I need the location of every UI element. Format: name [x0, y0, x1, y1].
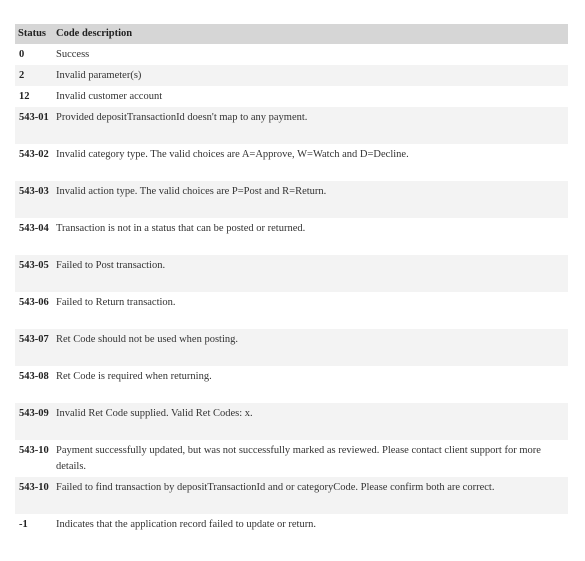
table-row: 543-03 Invalid action type. The valid ch…: [15, 181, 568, 218]
table-row: 543-06 Failed to Return transaction.: [15, 292, 568, 329]
code-description: Provided depositTransactionId doesn't ma…: [56, 112, 308, 123]
status-code: 543-03: [19, 186, 49, 197]
table-row: 2 Invalid parameter(s): [15, 65, 568, 86]
code-description: Failed to find transaction by depositTra…: [56, 482, 495, 493]
table-row: 543-02 Invalid category type. The valid …: [15, 144, 568, 181]
code-description: Indicates that the application record fa…: [56, 519, 317, 530]
table-row: 543-04 Transaction is not in a status th…: [15, 218, 568, 255]
status-code: 543-09: [19, 408, 49, 419]
table-row: 0 Success: [15, 44, 568, 65]
status-code: 543-02: [19, 149, 49, 160]
code-description: Invalid customer account: [56, 91, 163, 102]
status-code: 543-05: [19, 260, 49, 271]
table-row: 543-07 Ret Code should not be used when …: [15, 329, 568, 366]
status-column-header: Status: [18, 28, 47, 39]
code-description: Failed to Post transaction.: [56, 260, 166, 271]
table-row: 543-01 Provided depositTransactionId doe…: [15, 107, 568, 144]
code-description: Ret Code is required when returning.: [56, 371, 212, 382]
code-description: Payment successfully updated, but was no…: [56, 445, 541, 472]
code-description: Failed to Return transaction.: [56, 297, 176, 308]
code-description: Ret Code should not be used when posting…: [56, 334, 238, 345]
table-row: 543-05 Failed to Post transaction.: [15, 255, 568, 292]
description-column-header: Code description: [56, 28, 133, 39]
code-description: Invalid category type. The valid choices…: [56, 149, 409, 160]
status-code: 543-10: [19, 482, 49, 493]
status-code: 543-10: [19, 445, 49, 456]
status-code: -1: [19, 519, 28, 530]
status-code: 543-06: [19, 297, 49, 308]
code-description: Invalid parameter(s): [56, 70, 142, 81]
code-description: Invalid Ret Code supplied. Valid Ret Cod…: [56, 408, 253, 419]
table-row: 543-08 Ret Code is required when returni…: [15, 366, 568, 403]
table-row: 12 Invalid customer account: [15, 86, 568, 107]
status-code-table: Status Code description 0 Success 2 Inva…: [15, 24, 568, 535]
table-row: 543-10 Failed to find transaction by dep…: [15, 477, 568, 514]
table-row: 543-10 Payment successfully updated, but…: [15, 440, 568, 477]
table-row: 543-09 Invalid Ret Code supplied. Valid …: [15, 403, 568, 440]
table-row: -1 Indicates that the application record…: [15, 514, 568, 535]
status-code: 543-07: [19, 334, 49, 345]
code-description: Transaction is not in a status that can …: [56, 223, 306, 234]
status-code: 12: [19, 91, 30, 102]
status-code: 543-04: [19, 223, 49, 234]
table-header-row: Status Code description: [15, 24, 568, 44]
status-code: 2: [19, 70, 25, 81]
code-description: Invalid action type. The valid choices a…: [56, 186, 327, 197]
code-description: Success: [56, 49, 90, 60]
status-code: 543-08: [19, 371, 49, 382]
status-code: 0: [19, 49, 25, 60]
status-code: 543-01: [19, 112, 49, 123]
